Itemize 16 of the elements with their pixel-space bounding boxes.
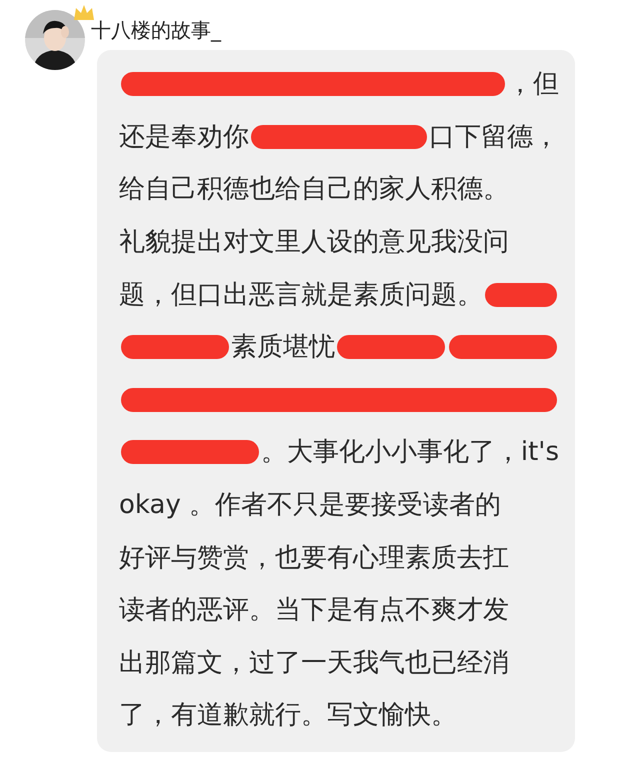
- message-text: 素质堪忧: [231, 334, 335, 360]
- message-text: 给自己积德也给自己的家人积德。: [119, 176, 509, 202]
- message-text: okay 。作者不只是要接受读者的: [119, 492, 502, 518]
- message-text: 出那篇文，过了一天我气也已经消: [119, 650, 509, 676]
- message-text: 还是奉劝你: [119, 124, 249, 150]
- message-text: 了，有道歉就行。写文愉快。: [119, 702, 457, 728]
- username: 十八楼的故事_: [91, 17, 221, 44]
- message-text: 读者的恶评。当下是有点不爽才发: [119, 597, 509, 624]
- message-text: 题，但口出恶言就是素质问题。: [119, 282, 483, 308]
- message-text: 礼貌提出对文里人设的意见我没问: [119, 229, 509, 256]
- message-text: 口下留德，: [429, 124, 559, 150]
- crown-icon: [73, 4, 95, 22]
- message-text: 好评与赞赏，也要有心理素质去扛: [119, 544, 509, 571]
- redaction-mark: [485, 282, 557, 307]
- message-text: 。大事化小小事化了，it's: [260, 439, 559, 466]
- message-text: ，但: [507, 71, 559, 98]
